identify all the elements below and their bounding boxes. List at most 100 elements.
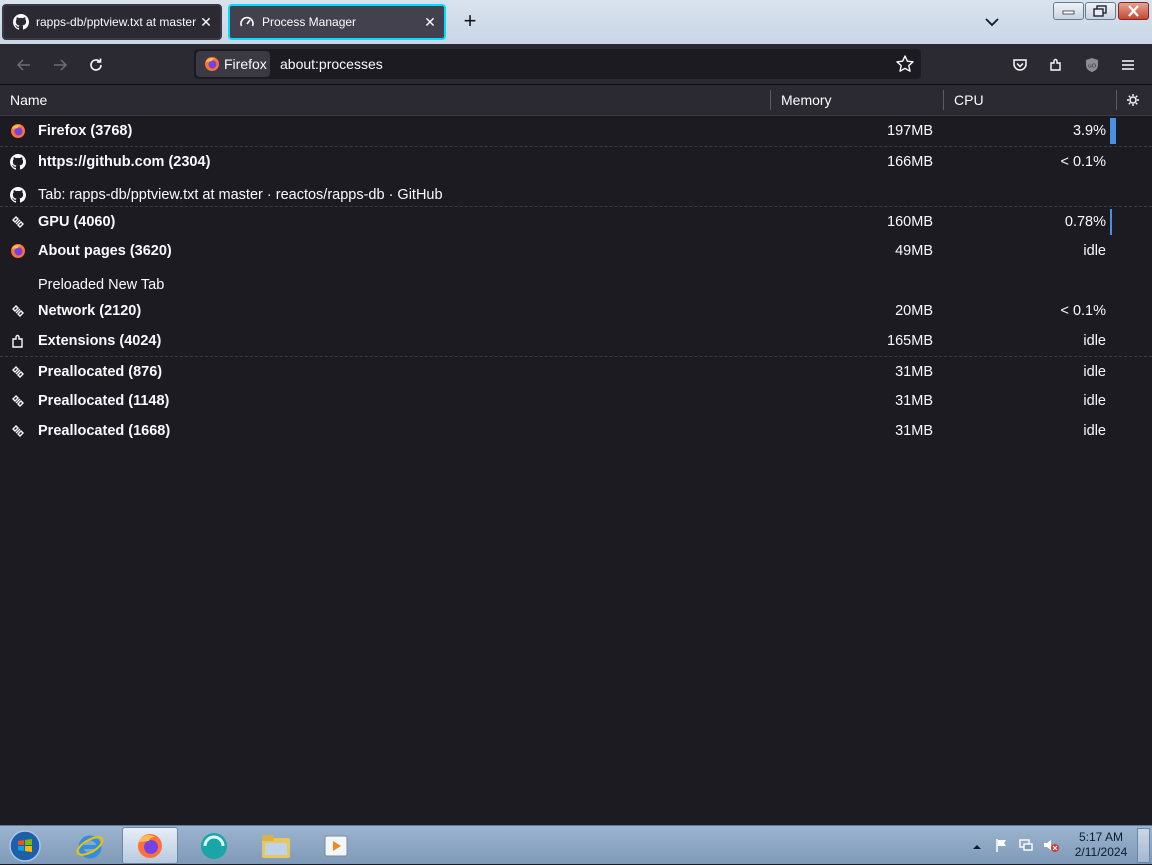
memory-value: 160MB bbox=[887, 214, 933, 230]
taskbar: 5:17 AM 2/11/2024 bbox=[0, 825, 1152, 864]
process-row[interactable]: https://github.com (2304) 166MB < 0.1% bbox=[0, 146, 1152, 176]
tab-process-manager[interactable]: Process Manager ✕ bbox=[228, 4, 446, 40]
tab-label: Process Manager bbox=[262, 15, 357, 29]
cpu-value: idle bbox=[1083, 423, 1106, 439]
memory-value: 31MB bbox=[895, 423, 933, 439]
firefox-icon bbox=[10, 123, 26, 139]
github-icon bbox=[12, 13, 30, 31]
memory-value: 49MB bbox=[895, 243, 933, 259]
back-button[interactable] bbox=[12, 53, 36, 77]
puzzle-link-icon bbox=[10, 303, 26, 319]
column-separator[interactable] bbox=[943, 90, 944, 110]
extension-icon bbox=[10, 333, 26, 349]
cpu-value: < 0.1% bbox=[1060, 154, 1106, 170]
bookmark-star-icon[interactable] bbox=[895, 54, 915, 79]
cpu-value: < 0.1% bbox=[1060, 303, 1106, 319]
tab-label: rapps-db/pptview.txt at master bbox=[36, 15, 196, 29]
navigation-toolbar: Firefox about:processes uO bbox=[0, 44, 1152, 85]
ublock-origin-icon[interactable]: uO bbox=[1080, 53, 1104, 77]
gear-icon[interactable] bbox=[1126, 93, 1140, 110]
process-name: Preallocated (1148) bbox=[38, 393, 170, 409]
firefox-icon bbox=[10, 243, 26, 259]
app-icon[interactable] bbox=[186, 827, 242, 864]
url-bar[interactable]: Firefox about:processes bbox=[194, 49, 921, 79]
close-tab-icon[interactable]: ✕ bbox=[422, 14, 438, 30]
start-orb-icon[interactable] bbox=[4, 827, 46, 864]
firefox-icon bbox=[204, 56, 220, 72]
forward-button[interactable] bbox=[48, 53, 72, 77]
identity-box[interactable]: Firefox bbox=[196, 51, 270, 77]
process-name: About pages (3620) bbox=[38, 243, 172, 259]
identity-label: Firefox bbox=[224, 56, 267, 72]
process-row[interactable]: Extensions (4024) 165MB idle bbox=[0, 326, 1152, 356]
process-name: Network (2120) bbox=[38, 303, 142, 319]
column-separator[interactable] bbox=[1116, 90, 1117, 110]
url-text[interactable]: about:processes bbox=[280, 56, 383, 72]
clock-time: 5:17 AM bbox=[1078, 830, 1124, 844]
firefox-taskbar-button[interactable] bbox=[122, 827, 178, 864]
cpu-usage-bar bbox=[1110, 118, 1116, 144]
process-manager-icon bbox=[238, 13, 256, 31]
memory-value: 197MB bbox=[887, 123, 933, 139]
process-row[interactable]: Preallocated (1668) 31MB idle bbox=[0, 416, 1152, 446]
memory-value: 20MB bbox=[895, 303, 933, 319]
tab-strip: rapps-db/pptview.txt at master ✕ Process… bbox=[0, 0, 1152, 44]
pocket-icon[interactable] bbox=[1008, 53, 1032, 77]
process-row[interactable]: Network (2120) 20MB < 0.1% bbox=[0, 296, 1152, 326]
show-desktop-button[interactable] bbox=[1137, 828, 1150, 863]
process-list: Firefox (3768) 197MB 3.9% https://github.co… bbox=[0, 116, 1152, 446]
github-icon bbox=[10, 187, 26, 203]
tab-github[interactable]: rapps-db/pptview.txt at master ✕ bbox=[2, 4, 222, 40]
column-header-memory[interactable]: Memory bbox=[781, 85, 832, 115]
process-name: Preloaded New Tab bbox=[38, 277, 165, 293]
close-window-button[interactable] bbox=[1118, 2, 1149, 20]
puzzle-link-icon bbox=[10, 214, 26, 230]
process-name: Preallocated (1668) bbox=[38, 423, 171, 439]
memory-value: 165MB bbox=[887, 333, 933, 349]
folder-icon[interactable] bbox=[248, 827, 304, 864]
app-menu-icon[interactable] bbox=[1116, 53, 1140, 77]
show-hidden-icons-icon[interactable] bbox=[972, 839, 982, 857]
svg-text:uO: uO bbox=[1088, 64, 1096, 70]
column-separator[interactable] bbox=[770, 90, 771, 110]
media-player-icon[interactable] bbox=[308, 827, 364, 864]
cpu-value: idle bbox=[1083, 243, 1106, 259]
memory-value: 166MB bbox=[887, 154, 933, 170]
reload-button[interactable] bbox=[84, 53, 108, 77]
network-icon[interactable] bbox=[1018, 837, 1034, 858]
clock-date: 2/11/2024 bbox=[1074, 845, 1128, 859]
minimize-button[interactable] bbox=[1053, 2, 1084, 20]
puzzle-link-icon bbox=[10, 393, 26, 409]
github-icon bbox=[10, 154, 26, 170]
process-name: Firefox (3768) bbox=[38, 123, 133, 139]
action-center-flag-icon[interactable] bbox=[994, 837, 1010, 858]
process-row[interactable]: Firefox (3768) 197MB 3.9% bbox=[0, 116, 1152, 146]
process-name: Extensions (4024) bbox=[38, 333, 162, 349]
column-header-cpu[interactable]: CPU bbox=[954, 85, 984, 115]
internet-explorer-icon[interactable] bbox=[62, 827, 118, 864]
cpu-value: 0.78% bbox=[1064, 214, 1106, 230]
puzzle-link-icon bbox=[10, 364, 26, 380]
system-clock[interactable]: 5:17 AM 2/11/2024 bbox=[1070, 830, 1132, 860]
process-row[interactable]: Preallocated (1148) 31MB idle bbox=[0, 386, 1152, 416]
memory-value: 31MB bbox=[895, 364, 933, 380]
extensions-icon[interactable] bbox=[1044, 53, 1068, 77]
process-name: Tab: rapps-db/pptview.txt at master · re… bbox=[38, 187, 443, 203]
notification-area bbox=[968, 826, 1068, 865]
memory-value: 31MB bbox=[895, 393, 933, 409]
cpu-value: idle bbox=[1083, 364, 1106, 380]
process-row[interactable]: Preallocated (876) 31MB idle bbox=[0, 356, 1152, 386]
process-name: https://github.com (2304) bbox=[38, 154, 211, 170]
process-manager-page: Name Memory CPU Firefox (3768) 197MB 3.9% h… bbox=[0, 85, 1152, 825]
process-row[interactable]: GPU (4060) 160MB 0.78% bbox=[0, 206, 1152, 236]
column-header-name[interactable]: Name bbox=[10, 85, 47, 115]
close-tab-icon[interactable]: ✕ bbox=[198, 14, 214, 30]
cpu-usage-bar bbox=[1110, 209, 1112, 235]
restore-button[interactable] bbox=[1085, 2, 1116, 20]
list-all-tabs-chevron-icon[interactable] bbox=[982, 12, 1002, 32]
cpu-value: idle bbox=[1083, 393, 1106, 409]
new-tab-button[interactable]: + bbox=[458, 10, 482, 34]
volume-muted-icon[interactable] bbox=[1042, 837, 1060, 858]
process-row[interactable]: About pages (3620) 49MB idle bbox=[0, 236, 1152, 266]
cpu-value: idle bbox=[1083, 333, 1106, 349]
